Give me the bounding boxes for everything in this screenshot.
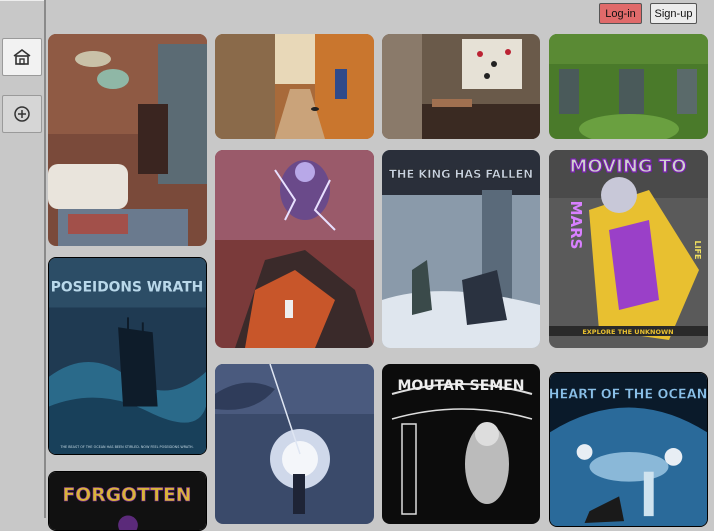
signup-button[interactable]: Sign-up xyxy=(650,3,697,24)
home-icon xyxy=(12,48,32,66)
poster-side-text: LIFE xyxy=(693,240,702,259)
login-button[interactable]: Log-in xyxy=(599,3,642,24)
poster-title: MOUTAR SEMEN xyxy=(397,378,524,394)
gallery-image-village-alley[interactable] xyxy=(215,34,374,139)
poster-subtitle: MARS xyxy=(567,201,585,250)
poster-title: FORGOTTEN xyxy=(63,485,192,506)
gallery-image-living-room[interactable] xyxy=(48,34,207,246)
gallery-poster-lightning-sword[interactable] xyxy=(215,364,374,524)
poster-caption: THE BEAST OF THE OCEAN HAS BEEN STIRLED.… xyxy=(59,445,193,449)
gallery-poster-titan-battle[interactable] xyxy=(215,150,374,348)
gallery-poster-poseidons-wrath[interactable]: POSEIDONS WRATH THE BEAST OF THE OCEAN H… xyxy=(48,257,207,455)
gallery-poster-forgotten[interactable]: FORGOTTEN xyxy=(48,471,207,531)
poster-title: THE KING HAS FALLEN xyxy=(389,167,533,181)
sidebar xyxy=(0,0,46,518)
sidebar-top-line xyxy=(0,0,44,1)
poster-title: MOVING TO xyxy=(569,156,686,177)
gallery-image-ivy-house[interactable] xyxy=(549,34,708,139)
poster-title: HEART OF THE OCEAN xyxy=(550,388,707,403)
poster-title: POSEIDONS WRATH xyxy=(51,280,203,296)
sidebar-home-button[interactable] xyxy=(2,38,42,76)
plus-circle-icon xyxy=(13,105,31,123)
gallery-poster-moving-to-mars[interactable]: MOVING TO MARS LIFE EXPLORE THE UNKNOWN xyxy=(549,150,708,348)
sidebar-add-button[interactable] xyxy=(2,95,42,133)
poster-footer: EXPLORE THE UNKNOWN xyxy=(582,328,673,336)
gallery-image-art-cafe[interactable] xyxy=(382,34,540,139)
gallery-poster-the-king-has-fallen[interactable]: THE KING HAS FALLEN xyxy=(382,150,540,348)
gallery-poster-heart-of-the-ocean[interactable]: HEART OF THE OCEAN xyxy=(549,372,708,527)
gallery-poster-moutar-semen[interactable]: MOUTAR SEMEN xyxy=(382,364,540,524)
